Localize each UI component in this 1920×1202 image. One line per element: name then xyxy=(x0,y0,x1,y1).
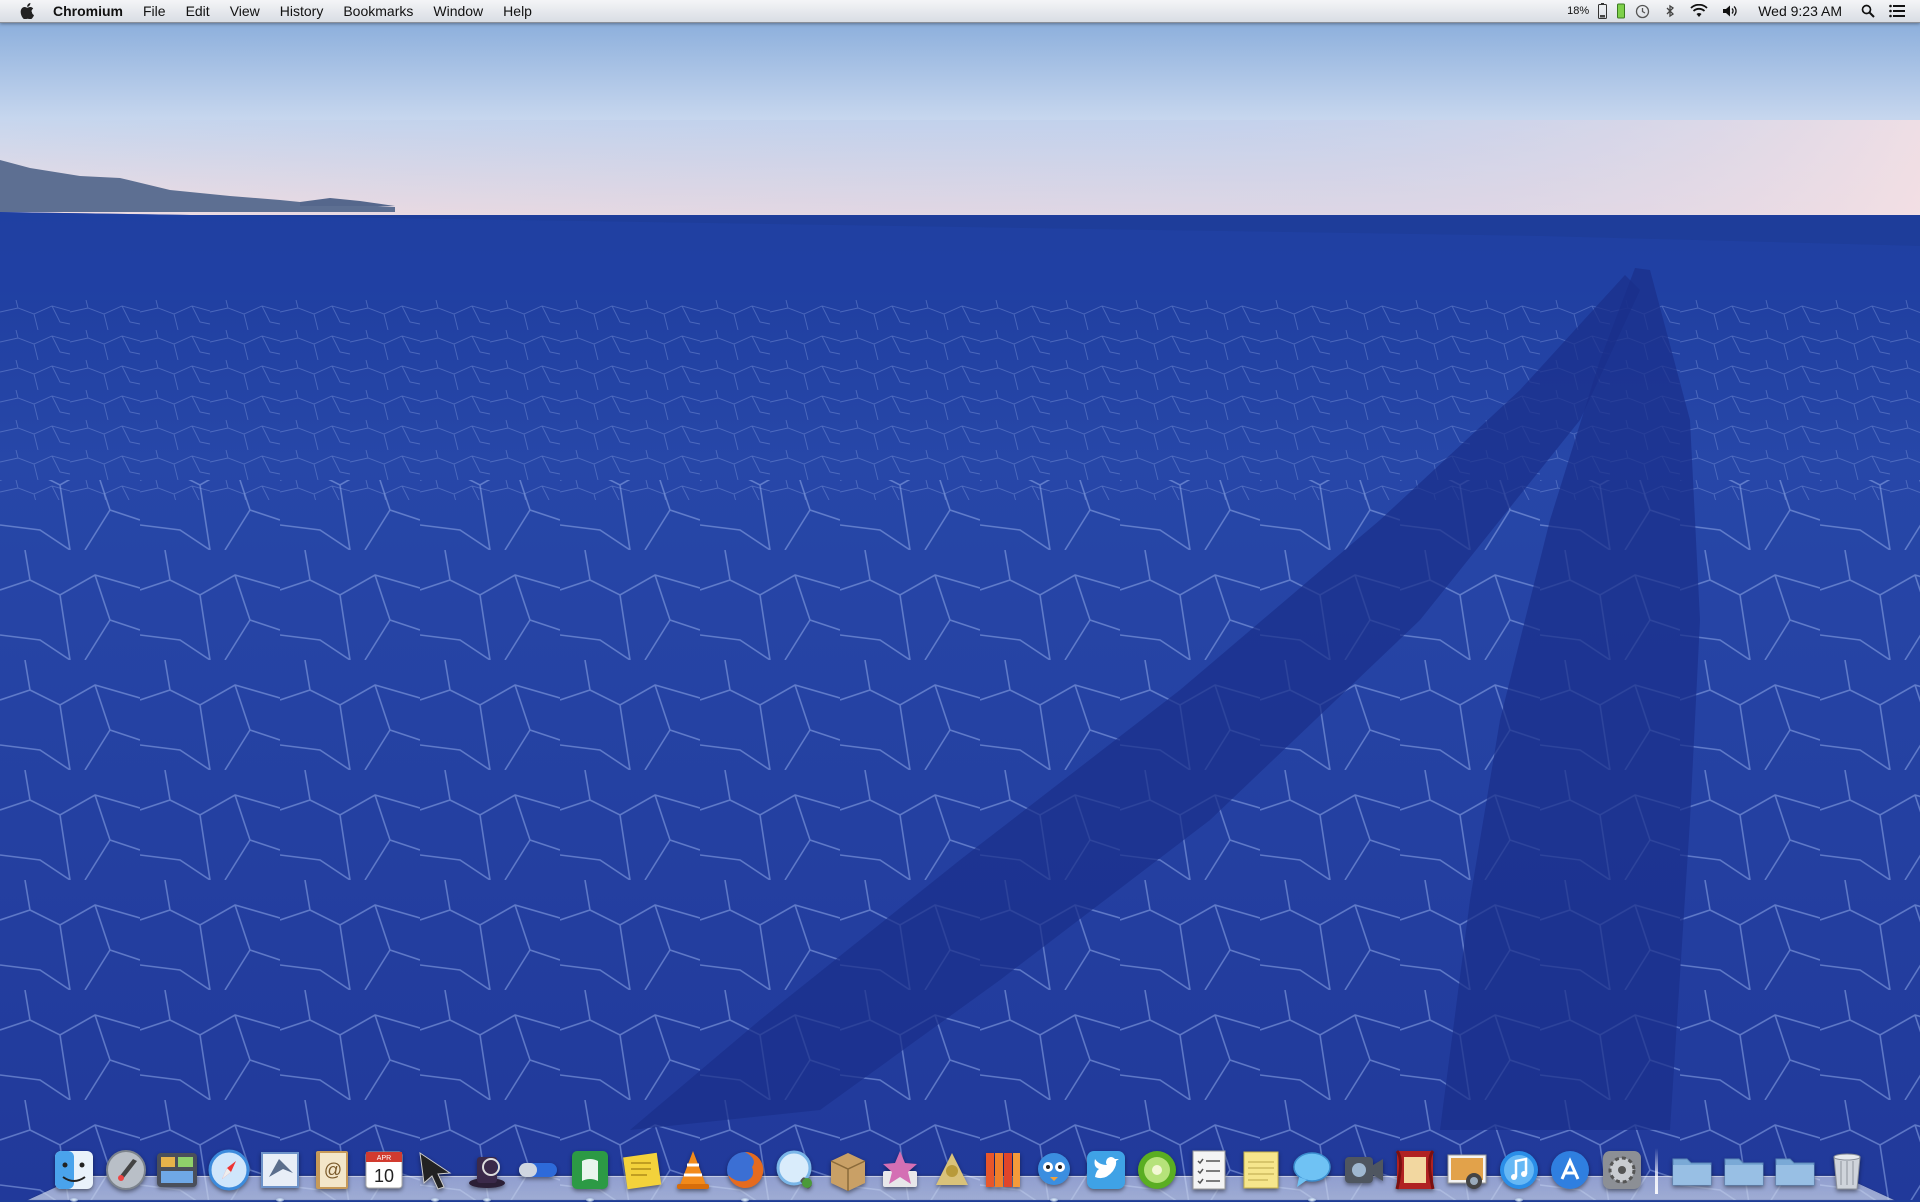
running-indicator xyxy=(740,1198,749,1202)
quicktime-icon[interactable] xyxy=(772,1146,820,1194)
stickies-icon[interactable] xyxy=(618,1146,666,1194)
running-indicator xyxy=(276,1198,285,1202)
safari-icon[interactable] xyxy=(205,1146,253,1194)
twitter-icon[interactable] xyxy=(1082,1146,1130,1194)
applications-folder-icon[interactable] xyxy=(1668,1146,1716,1194)
svg-text:@: @ xyxy=(324,1160,342,1180)
vlc-icon[interactable] xyxy=(669,1146,717,1194)
app-menu[interactable]: Chromium xyxy=(39,0,133,22)
dock-icons: @ APR 10 xyxy=(50,1138,1871,1202)
ibooks-icon[interactable] xyxy=(979,1146,1027,1194)
iphoto-icon[interactable] xyxy=(1443,1146,1491,1194)
view-menu[interactable]: View xyxy=(220,0,270,22)
running-indicator xyxy=(1514,1198,1523,1202)
reminders-icon[interactable] xyxy=(1185,1146,1233,1194)
itunes-star-icon[interactable] xyxy=(876,1146,924,1194)
help-menu[interactable]: Help xyxy=(493,0,542,22)
app-store-icon[interactable] xyxy=(1546,1146,1594,1194)
menu-bar: Chromium File Edit View History Bookmark… xyxy=(0,0,1920,23)
running-indicator xyxy=(1308,1198,1317,1202)
battery-icon[interactable] xyxy=(1591,0,1614,22)
file-menu[interactable]: File xyxy=(133,0,176,22)
running-indicator xyxy=(70,1198,78,1202)
reeder-icon[interactable] xyxy=(927,1146,975,1194)
running-indicator xyxy=(585,1198,594,1202)
finder-icon[interactable] xyxy=(50,1146,98,1202)
bookmarks-menu[interactable]: Bookmarks xyxy=(333,0,423,22)
documents-folder-icon[interactable] xyxy=(1720,1146,1768,1194)
launchpad-icon[interactable] xyxy=(102,1146,150,1194)
desktop-wallpaper xyxy=(0,0,1920,1200)
dock: @ APR 10 xyxy=(28,1138,1894,1202)
wifi-icon[interactable] xyxy=(1683,0,1715,22)
cursor-pro-icon[interactable] xyxy=(411,1146,459,1202)
apple-menu-icon[interactable] xyxy=(15,0,39,22)
battery-percent: 18% xyxy=(1567,5,1590,17)
svg-text:10: 10 xyxy=(374,1166,394,1186)
time-machine-icon[interactable] xyxy=(1628,0,1657,22)
firefox-icon[interactable] xyxy=(721,1146,769,1202)
mail-icon[interactable] xyxy=(256,1146,304,1202)
evernote-icon[interactable] xyxy=(566,1146,614,1202)
photo-booth-icon[interactable] xyxy=(1391,1146,1439,1194)
menu-clock[interactable]: Wed 9:23 AM xyxy=(1746,3,1854,19)
running-indicator xyxy=(482,1198,491,1202)
itunes-icon[interactable] xyxy=(1495,1146,1543,1202)
edit-menu[interactable]: Edit xyxy=(176,0,220,22)
alfred-icon[interactable] xyxy=(463,1146,511,1202)
facetime-icon[interactable] xyxy=(1340,1146,1388,1194)
archive-utility-icon[interactable] xyxy=(824,1146,872,1194)
window-menu[interactable]: Window xyxy=(423,0,493,22)
svg-text:APR: APR xyxy=(376,1155,390,1162)
messages-icon[interactable] xyxy=(1288,1146,1336,1202)
kiwi-icon[interactable] xyxy=(1133,1146,1181,1194)
bluetooth-icon[interactable] xyxy=(1657,0,1683,22)
downloads-folder-icon[interactable] xyxy=(1771,1146,1819,1194)
battery-green-icon[interactable] xyxy=(1614,0,1628,22)
tweetbot-icon[interactable] xyxy=(1030,1146,1078,1202)
history-menu[interactable]: History xyxy=(270,0,334,22)
mission-control-icon[interactable] xyxy=(153,1146,201,1194)
spotlight-icon[interactable] xyxy=(1854,0,1882,22)
notification-center-icon[interactable] xyxy=(1882,0,1912,22)
toggle-app-icon[interactable] xyxy=(514,1146,562,1194)
dock-separator xyxy=(1655,1148,1659,1194)
notes-icon[interactable] xyxy=(1237,1146,1285,1194)
running-indicator xyxy=(431,1198,440,1202)
contacts-icon[interactable]: @ xyxy=(308,1146,356,1194)
trash-icon[interactable] xyxy=(1823,1146,1871,1194)
system-preferences-icon[interactable] xyxy=(1598,1146,1646,1194)
running-indicator xyxy=(1050,1198,1059,1202)
volume-icon[interactable] xyxy=(1715,0,1746,22)
calendar-icon[interactable]: APR 10 xyxy=(360,1146,408,1194)
